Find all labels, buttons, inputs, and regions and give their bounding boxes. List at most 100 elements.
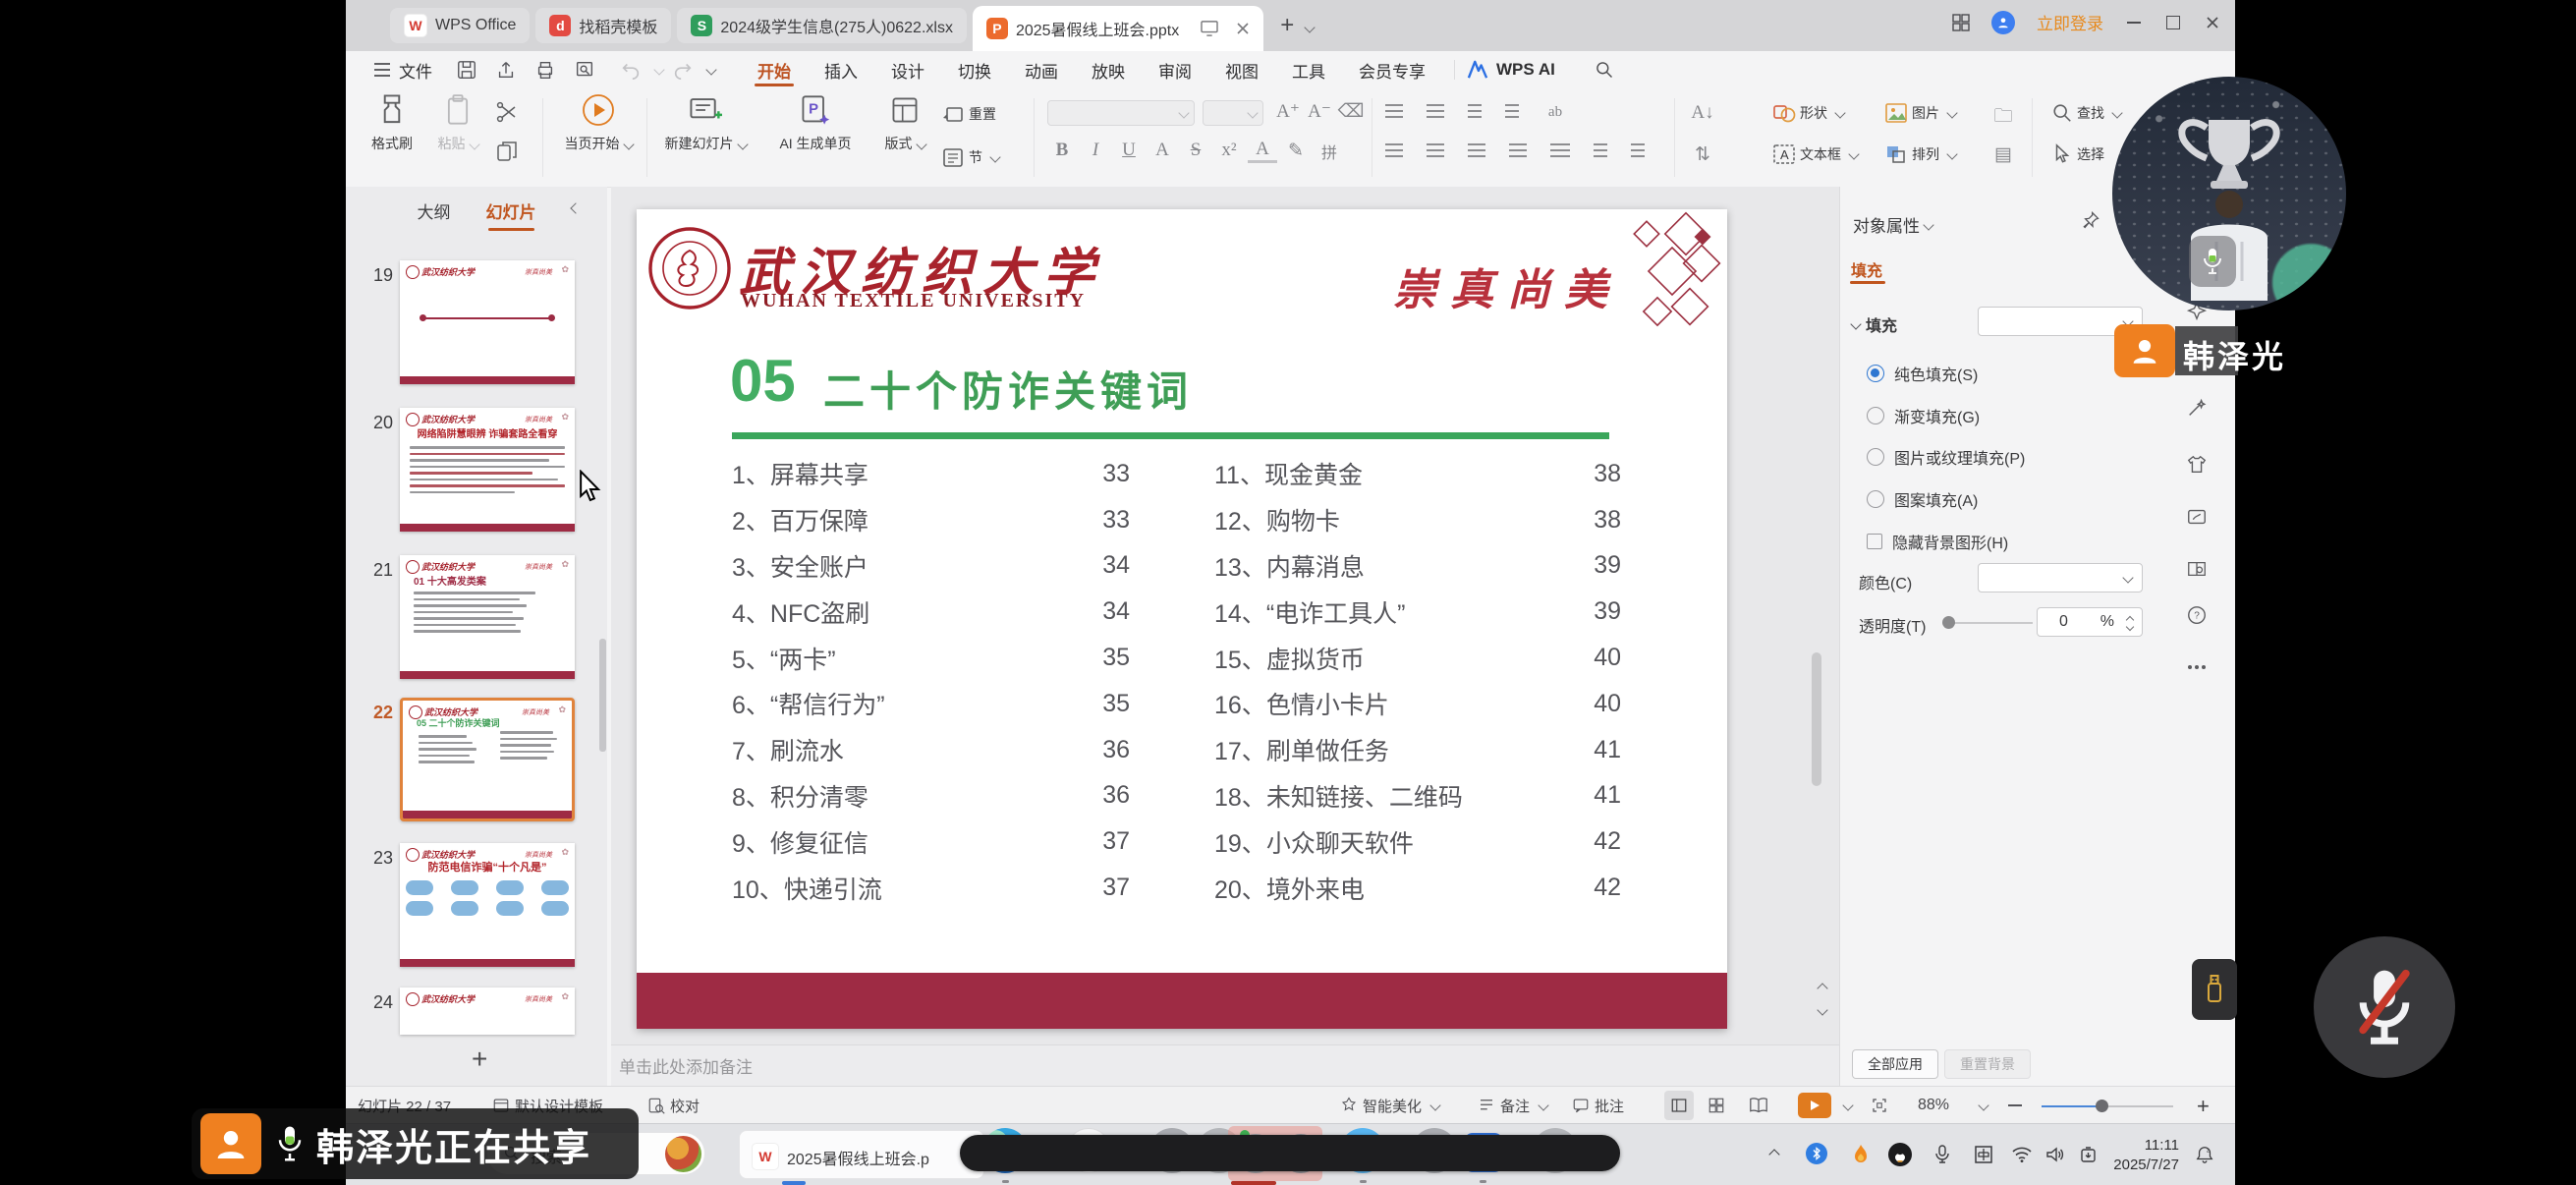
- menu-tab-view[interactable]: 视图: [1208, 51, 1275, 88]
- distribute-icon[interactable]: [1550, 143, 1570, 157]
- new-tab-button[interactable]: +: [1280, 14, 1294, 37]
- tab-monitor-icon[interactable]: [1201, 21, 1218, 36]
- outline-tab[interactable]: 大纲: [418, 198, 451, 223]
- copy-icon[interactable]: [495, 140, 519, 168]
- cut-icon[interactable]: [495, 100, 519, 129]
- picture-fill-icon[interactable]: ▤: [1988, 143, 2018, 166]
- comments-button[interactable]: 批注: [1572, 1087, 1624, 1124]
- slide-thumbnail-24[interactable]: 武汉纺织大学崇真尚美✿: [400, 988, 575, 1035]
- italic-icon[interactable]: I: [1081, 140, 1110, 163]
- help-icon[interactable]: ?: [2181, 599, 2212, 631]
- reset-background-button[interactable]: 重置背景: [1944, 1049, 2031, 1079]
- tray-bluetooth-icon[interactable]: [1806, 1143, 1827, 1164]
- proofread-button[interactable]: 校对: [647, 1087, 700, 1124]
- spinner-down-icon[interactable]: [2126, 623, 2134, 631]
- play-from-current-button[interactable]: 当页开始: [556, 88, 641, 153]
- menu-tab-insert[interactable]: 插入: [808, 51, 874, 88]
- file-menu[interactable]: 文件: [373, 58, 432, 83]
- numbered-list-icon[interactable]: [1427, 104, 1444, 118]
- radio-solid-fill[interactable]: 纯色填充(S): [1867, 362, 1978, 385]
- tray-qq-penguin-icon[interactable]: [1888, 1143, 1912, 1166]
- canvas-scrollbar[interactable]: [1812, 652, 1821, 786]
- tray-notification-bell-icon[interactable]: z: [2193, 1143, 2216, 1166]
- zoom-slider-thumb[interactable]: [2096, 1100, 2108, 1112]
- workspace-grid-icon[interactable]: [1952, 14, 1970, 31]
- zoom-slider-track[interactable]: [2102, 1105, 2173, 1107]
- tray-battery-update-icon[interactable]: [2077, 1143, 2100, 1166]
- print-preview-icon[interactable]: [574, 59, 595, 81]
- font-size-select[interactable]: [1203, 100, 1263, 126]
- checkbox-hide-background[interactable]: 隐藏背景图形(H): [1867, 530, 2008, 553]
- zoom-chevron-icon[interactable]: [1978, 1100, 1988, 1110]
- slides-tab[interactable]: 幻灯片: [486, 198, 536, 223]
- font-color-icon[interactable]: A: [1248, 140, 1277, 163]
- template-search-icon[interactable]: [2181, 553, 2212, 585]
- menu-tab-tools[interactable]: 工具: [1275, 51, 1342, 88]
- bullet-list-icon[interactable]: [1385, 104, 1403, 118]
- menu-tab-design[interactable]: 设计: [874, 51, 941, 88]
- text-direction-icon[interactable]: A↓: [1686, 102, 1719, 124]
- menu-tab-transition[interactable]: 切换: [941, 51, 1008, 88]
- menu-tab-animation[interactable]: 动画: [1008, 51, 1075, 88]
- search-icon[interactable]: [1595, 60, 1614, 80]
- color-dropdown[interactable]: [1978, 563, 2143, 592]
- slide-thumbnail-20[interactable]: 武汉纺织大学崇真尚美✿ 网络陷阱慧眼辨 诈骗套路全看穿: [400, 408, 575, 532]
- apply-all-button[interactable]: 全部应用: [1852, 1049, 1938, 1079]
- format-painter-button[interactable]: 格式刷: [362, 88, 422, 153]
- usb-device-icon[interactable]: [2192, 959, 2237, 1020]
- tray-volume-icon[interactable]: [2044, 1143, 2067, 1166]
- smart-typeset-icon[interactable]: ⇅: [1686, 143, 1719, 166]
- font-family-select[interactable]: [1047, 100, 1195, 126]
- play-slideshow-button[interactable]: [1798, 1093, 1831, 1118]
- menu-tab-wps-ai[interactable]: WPS AI: [1467, 60, 1555, 80]
- tab-wps-office[interactable]: W WPS Office: [390, 8, 530, 43]
- char-spacing-icon[interactable]: ab: [1542, 104, 1568, 121]
- zoom-in-icon[interactable]: +: [2197, 1096, 2210, 1117]
- transparency-slider[interactable]: [1946, 622, 2033, 624]
- slide-thumbnail-19[interactable]: 武汉纺织大学崇真尚美✿: [400, 260, 575, 384]
- add-slide-button[interactable]: +: [472, 1044, 487, 1075]
- redo-icon[interactable]: [672, 59, 694, 81]
- notes-bar[interactable]: 单击此处添加备注: [611, 1044, 1845, 1086]
- tray-microphone-icon[interactable]: [1931, 1143, 1954, 1166]
- notes-button[interactable]: 备注: [1478, 1087, 1547, 1124]
- undo-chevron-icon[interactable]: [653, 64, 664, 75]
- magic-wand-icon[interactable]: [2181, 392, 2212, 423]
- decrease-font-icon[interactable]: A⁻: [1305, 100, 1334, 123]
- clear-format-icon[interactable]: ⌫: [1336, 100, 1366, 123]
- new-slide-button[interactable]: 新建幻灯片: [658, 88, 753, 153]
- char-border-icon[interactable]: A: [1148, 140, 1177, 163]
- menu-tab-slideshow[interactable]: 放映: [1075, 51, 1142, 88]
- increase-font-icon[interactable]: A⁺: [1273, 100, 1303, 123]
- align-right-icon[interactable]: [1468, 143, 1485, 157]
- radio-pattern-fill[interactable]: 图案填充(A): [1867, 487, 1978, 511]
- textbox-button[interactable]: A 文本框: [1772, 143, 1858, 165]
- underline-icon[interactable]: U: [1114, 140, 1144, 163]
- slide-page[interactable]: 武汉纺织大学 WUHAN TEXTILE UNIVERSITY 崇真尚美: [637, 209, 1727, 1029]
- bold-icon[interactable]: B: [1047, 140, 1077, 163]
- tray-ime-icon[interactable]: [1972, 1143, 1995, 1166]
- transparency-input[interactable]: 0 %: [2037, 607, 2143, 637]
- minimize-icon[interactable]: [2125, 14, 2143, 31]
- sharing-status-chip[interactable]: 韩泽光正在共享: [192, 1108, 639, 1179]
- fill-tab[interactable]: 填充: [1851, 257, 1882, 281]
- decrease-indent-icon[interactable]: [1468, 104, 1482, 118]
- arrange-button[interactable]: 排列: [1884, 143, 1956, 165]
- paste-button[interactable]: 粘贴: [430, 88, 485, 153]
- taskbar-item-wps[interactable]: W 2025暑假线上班会.p: [739, 1130, 984, 1179]
- ai-generate-page-button[interactable]: P AI 生成单页: [762, 88, 868, 153]
- menu-tab-home[interactable]: 开始: [741, 51, 808, 88]
- resource-icon[interactable]: [2181, 501, 2212, 533]
- menu-tab-membership[interactable]: 会员专享: [1342, 51, 1442, 88]
- smart-beautify-button[interactable]: 智能美化: [1340, 1087, 1439, 1124]
- transparency-slider-thumb[interactable]: [1942, 616, 1955, 629]
- zoom-out-icon[interactable]: [2008, 1104, 2022, 1106]
- line-spacing-icon[interactable]: [1594, 143, 1607, 157]
- radio-picture-texture-fill[interactable]: 图片或纹理填充(P): [1867, 445, 2025, 469]
- tray-clock[interactable]: 11:11 2025/7/27: [2110, 1136, 2179, 1176]
- select-button[interactable]: 选择: [2051, 143, 2104, 165]
- undo-icon[interactable]: [620, 59, 642, 81]
- mute-microphone-button[interactable]: [2314, 936, 2455, 1078]
- menu-tab-review[interactable]: 审阅: [1142, 51, 1208, 88]
- shapes-button[interactable]: 形状: [1772, 102, 1844, 124]
